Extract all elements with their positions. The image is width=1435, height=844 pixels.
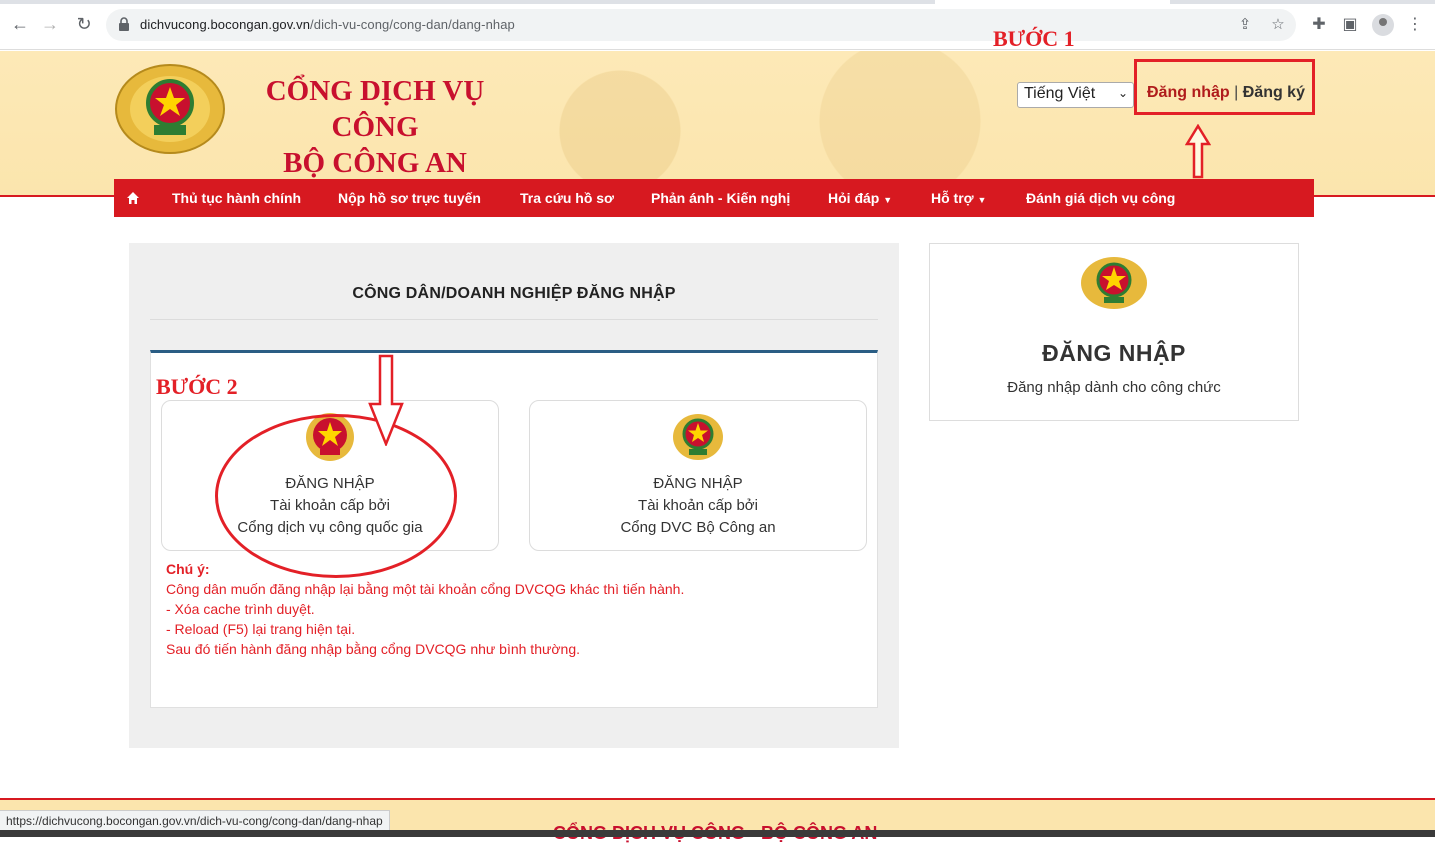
nav-ho-tro[interactable]: Hỗ trợ ▼ [931, 179, 986, 217]
bookmark-star-icon[interactable]: ☆ [1269, 16, 1287, 34]
option-line3: Cổng DVC Bộ Công an [620, 519, 776, 536]
language-select[interactable]: Tiếng Việt ⌄ [1017, 82, 1134, 108]
share-icon[interactable]: ⇪ [1236, 16, 1254, 34]
nav-ho-tro-label: Hỗ trợ [931, 190, 974, 206]
nav-tra-cuu-ho-so[interactable]: Tra cứu hồ sơ [520, 179, 614, 217]
side-panel-icon[interactable]: ▣ [1340, 15, 1360, 35]
caret-down-icon: ▼ [883, 195, 893, 205]
option-line2: Tài khoản cấp bởi [638, 497, 758, 514]
step2-annotation: BƯỚC 2 [156, 374, 238, 399]
option-line1: ĐĂNG NHẬP [653, 475, 743, 492]
officer-login-subtitle: Đăng nhập dành cho công chức [1007, 379, 1221, 396]
caret-down-icon: ▼ [977, 195, 987, 205]
officer-login-panel[interactable]: ĐĂNG NHẬP Đăng nhập dành cho công chức [929, 243, 1299, 421]
divider [150, 319, 878, 320]
reload-icon[interactable]: ↻ [72, 12, 96, 36]
url-text: dichvucong.bocongan.gov.vn/dich-vu-cong/… [140, 17, 515, 32]
notice-line: Sau đó tiến hành đăng nhập bằng cổng DVC… [166, 641, 580, 657]
arrow-down-icon [368, 354, 404, 446]
bottom-strip [0, 830, 1435, 837]
nav-danh-gia-dich-vu-cong[interactable]: Đánh giá dịch vụ công [1026, 179, 1175, 217]
menu-kebab-icon[interactable]: ⋮ [1405, 15, 1425, 35]
language-select-value: Tiếng Việt [1024, 85, 1096, 102]
extensions-puzzle-icon[interactable]: ✚ [1309, 15, 1329, 35]
annotation-red-box: Đăng nhập | Đăng ký [1134, 59, 1315, 115]
forward-icon[interactable]: → [38, 12, 62, 36]
police-emblem-icon [1081, 257, 1147, 309]
arrow-up-icon [1185, 124, 1211, 179]
notice-line: - Reload (F5) lại trang hiện tại. [166, 621, 356, 637]
nav-hoi-dap-label: Hỏi đáp [828, 190, 880, 206]
notice-line: Công dân muốn đăng nhập lại bằng một tài… [166, 581, 685, 597]
nav-phan-anh-kien-nghi[interactable]: Phản ánh - Kiến nghị [651, 179, 790, 217]
browser-toolbar: ← → ↻ dichvucong.bocongan.gov.vn/dich-vu… [0, 0, 1435, 50]
back-icon[interactable]: ← [8, 12, 32, 36]
notice-line: - Xóa cache trình duyệt. [166, 601, 315, 617]
home-icon[interactable] [126, 191, 140, 205]
browser-status-bar: https://dichvucong.bocongan.gov.vn/dich-… [0, 810, 390, 832]
police-emblem-logo[interactable] [114, 63, 226, 155]
address-bar[interactable]: dichvucong.bocongan.gov.vn/dich-vu-cong/… [106, 9, 1296, 41]
notice-label: Chú ý: [166, 561, 210, 577]
nav-nop-ho-so[interactable]: Nộp hồ sơ trực tuyến [338, 179, 481, 217]
site-title: CỔNG DỊCH VỤ CÔNG BỘ CÔNG AN [240, 73, 510, 181]
login-link[interactable]: Đăng nhập [1147, 84, 1230, 101]
tab-strip [0, 0, 935, 4]
login-option-police-portal[interactable]: ĐĂNG NHẬP Tài khoản cấp bởi Cổng DVC Bộ … [529, 400, 867, 551]
auth-separator: | [1234, 84, 1239, 101]
nav-thu-tuc-hanh-chinh[interactable]: Thủ tục hành chính [172, 179, 301, 217]
notice-text: Chú ý: Công dân muốn đăng nhập lại bằng … [166, 559, 684, 659]
lock-icon [119, 17, 129, 31]
nav-hoi-dap[interactable]: Hỏi đáp ▼ [828, 179, 892, 217]
chevron-down-icon: ⌄ [1117, 86, 1128, 100]
register-link[interactable]: Đăng ký [1243, 84, 1305, 101]
profile-avatar[interactable] [1372, 14, 1394, 36]
panel-title: CÔNG DÂN/DOANH NGHIỆP ĐĂNG NHẬP [352, 285, 676, 302]
site-title-line1: CỔNG DỊCH VỤ CÔNG [265, 75, 485, 143]
site-title-line2: BỘ CÔNG AN [283, 147, 467, 179]
step1-annotation: BƯỚC 1 [993, 26, 1075, 51]
site-header: CỔNG DỊCH VỤ CÔNG BỘ CÔNG AN Tiếng Việt … [0, 51, 1435, 197]
auth-links: Đăng nhập | Đăng ký [1147, 84, 1305, 102]
annotation-red-ellipse [215, 414, 457, 578]
tab-strip-right [1170, 0, 1435, 4]
police-emblem-icon [673, 414, 723, 460]
main-nav: Thủ tục hành chính Nộp hồ sơ trực tuyến … [114, 179, 1314, 217]
officer-login-title: ĐĂNG NHẬP [1042, 340, 1186, 366]
